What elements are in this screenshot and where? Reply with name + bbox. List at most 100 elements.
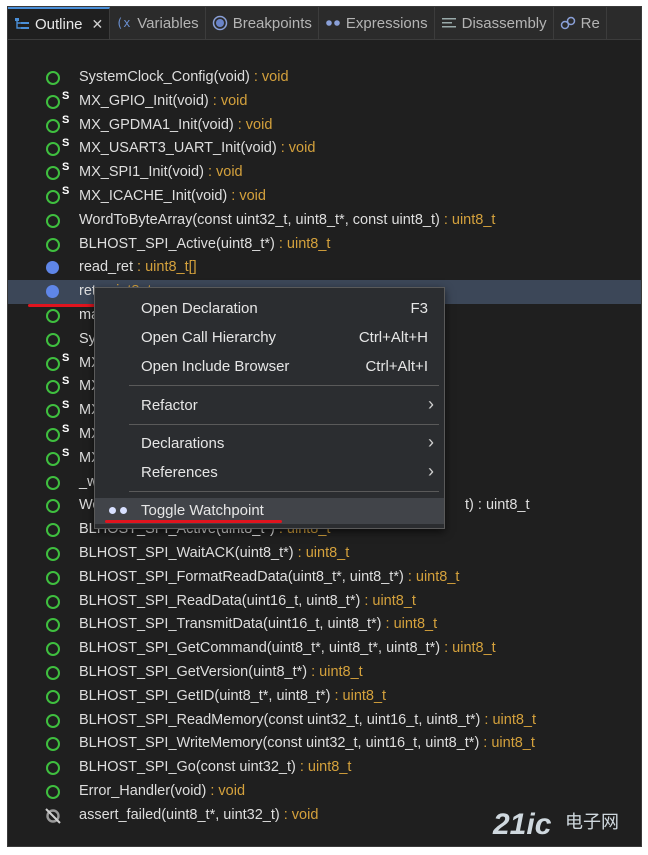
function-icon [46,642,60,657]
tab-disassembly[interactable]: Disassembly [435,7,554,39]
disassembly-icon [441,15,457,31]
svg-text:(x)=: (x)= [116,16,132,30]
menu-separator [129,491,439,492]
outline-row[interactable]: WordToByteArray(const uint32_t, uint8_t*… [8,209,641,233]
tab-expressions[interactable]: Expressions [319,7,435,39]
outline-row-type: : uint8_t [480,711,537,728]
function-icon [46,237,60,252]
menu-item-references[interactable]: References › [95,460,444,486]
tab-label: Variables [137,14,199,32]
outline-row[interactable]: BLHOST_SPI_WriteMemory(const uint32_t, u… [8,732,641,756]
context-menu: Open Declaration F3 Open Call Hierarchy … [94,287,445,529]
outline-row[interactable]: BLHOST_SPI_TransmitData(uint16_t, uint8_… [8,613,641,637]
menu-separator [129,385,439,386]
function-icon [46,166,60,181]
outline-row-label: BLHOST_SPI_ReadMemory(const uint32_t, ui… [79,712,536,728]
tab-outline[interactable]: Outline ✕ [8,7,111,39]
menu-item-label: Open Declaration [141,300,258,317]
outline-row-name: read_ret [79,259,134,276]
function-icon [46,546,60,561]
outline-row-label: BLHOST_SPI_Active(uint8_t*) : uint8_t [79,236,330,252]
outline-row-name: MX_ICACHE_Init(void) [79,187,228,204]
watermark-text: 21ic [493,808,552,841]
watermark-logo: 21ic 电子网 [493,808,643,848]
tab-variables[interactable]: (x)= Variables [110,7,206,39]
outline-row-type: : uint8_t[] [133,259,197,276]
expressions-icon [325,15,341,31]
outline-icon [14,16,30,32]
function-icon [46,499,60,514]
view-tab-bar: Outline ✕ (x)= Variables Breakpoints Exp… [8,7,641,40]
outline-row-type: : uint8_t [307,663,363,680]
tab-registers[interactable]: Re [554,7,607,39]
function-icon [46,142,60,157]
menu-item-label: Declarations [141,435,225,452]
menu-item-open-call-hierarchy[interactable]: Open Call Hierarchy Ctrl+Alt+H [95,325,444,351]
static-badge: S [62,184,70,197]
tab-label: Expressions [345,14,428,32]
function-icon [46,213,60,228]
outline-row-name: BLHOST_SPI_FormatReadData(uint8_t*, uint… [79,568,404,585]
outline-row[interactable]: BLHOST_SPI_Go(const uint32_t) : uint8_t [8,756,641,780]
outline-row[interactable]: read_ret : uint8_t[] [8,256,641,280]
close-icon[interactable]: ✕ [92,16,104,33]
tab-breakpoints[interactable]: Breakpoints [206,7,319,39]
outline-row-label: MX_USART3_UART_Init(void) : void [79,140,315,156]
static-badge: S [62,446,70,459]
menu-item-label: References [141,464,218,481]
outline-row-name: MX_GPDMA1_Init(void) [79,116,234,133]
outline-row-name: BLHOST_SPI_TransmitData(uint16_t, uint8_… [79,616,382,633]
menu-item-open-include-browser[interactable]: Open Include Browser Ctrl+Alt+I [95,354,444,380]
outline-row-label: MX_GPDMA1_Init(void) : void [79,117,272,133]
function-icon [46,475,60,490]
outline-row[interactable]: SystemClock_Config(void) : void [8,66,641,90]
outline-row[interactable]: S MX_GPIO_Init(void) : void [8,90,641,114]
menu-item-label: Toggle Watchpoint [141,502,264,519]
outline-row-type: : uint8_t [439,211,496,228]
outline-row-name: BLHOST_SPI_WriteMemory(const uint32_t, u… [79,735,480,752]
outline-row[interactable]: BLHOST_SPI_GetID(uint8_t*, uint8_t*) : u… [8,685,641,709]
static-badge: S [62,137,70,150]
outline-row[interactable]: S MX_SPI1_Init(void) : void [8,161,641,185]
outline-row[interactable]: S MX_ICACHE_Init(void) : void [8,185,641,209]
menu-item-open-declaration[interactable]: Open Declaration F3 [95,296,444,322]
static-badge: S [62,422,70,435]
function-icon [46,94,60,109]
function-icon [46,356,60,371]
outline-row[interactable]: BLHOST_SPI_WaitACK(uint8_t*) : uint8_t [8,542,641,566]
outline-row-label: BLHOST_SPI_ReadData(uint16_t, uint8_t*) … [79,593,416,609]
outline-row[interactable]: BLHOST_SPI_ReadData(uint16_t, uint8_t*) … [8,590,641,614]
outline-row[interactable]: BLHOST_SPI_GetVersion(uint8_t*) : uint8_… [8,661,641,685]
outline-row-name: BLHOST_SPI_Go(const uint32_t) [79,759,296,776]
outline-row-type: : uint8_t [360,592,416,609]
outline-row-label: SystemClock_Config(void) : void [79,69,289,85]
menu-item-declarations[interactable]: Declarations › [95,431,444,457]
chevron-right-icon: › [428,394,434,414]
outline-row-label: BLHOST_SPI_FormatReadData(uint8_t*, uint… [79,569,459,585]
outline-row-name: BLHOST_SPI_WaitACK(uint8_t*) [79,544,294,561]
outline-row-type: : uint8_t [295,759,352,776]
outline-row-name: BLHOST_SPI_ReadMemory(const uint32_t, ui… [79,711,481,728]
outline-row[interactable]: S MX_GPDMA1_Init(void) : void [8,114,641,138]
outline-row[interactable]: BLHOST_SPI_GetCommand(uint8_t*, uint8_t*… [8,637,641,661]
registers-icon [560,15,576,31]
outline-row-type: : void [279,806,319,823]
outline-row[interactable]: S MX_USART3_UART_Init(void) : void [8,137,641,161]
outline-row-type: : void [233,116,273,133]
outline-row[interactable]: BLHOST_SPI_FormatReadData(uint8_t*, uint… [8,566,641,590]
static-badge: S [62,89,70,102]
outline-row-name: SystemClock_Config(void) [79,69,250,85]
outline-row-type: : uint8_t [381,616,438,633]
function-icon [46,784,60,799]
breakpoints-icon [212,15,228,31]
menu-item-shortcut: F3 [410,300,428,317]
function-icon [46,689,60,704]
outline-row-type: : void [203,164,243,181]
outline-row[interactable]: BLHOST_SPI_ReadMemory(const uint32_t, ui… [8,709,641,733]
static-badge: S [62,375,70,388]
outline-row[interactable]: Error_Handler(void) : void [8,780,641,804]
outline-row-label: assert_failed(uint8_t*, uint32_t) : void [79,807,318,823]
menu-item-refactor[interactable]: Refactor › [95,393,444,419]
outline-row[interactable]: BLHOST_SPI_Active(uint8_t*) : uint8_t [8,233,641,257]
outline-row-label: BLHOST_SPI_WaitACK(uint8_t*) : uint8_t [79,545,349,561]
